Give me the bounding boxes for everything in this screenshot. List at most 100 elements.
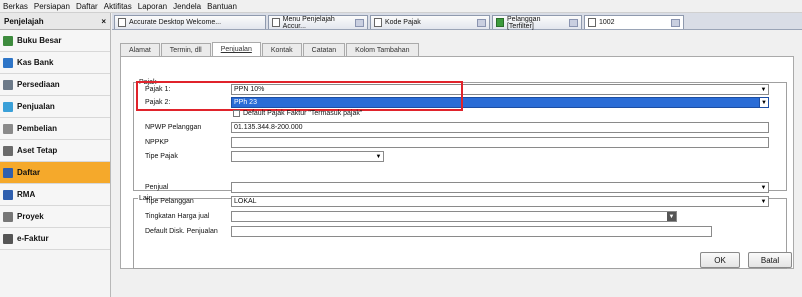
tab-penjualan[interactable]: Penjualan [211, 42, 261, 56]
chevron-down-icon[interactable]: ▼ [759, 98, 768, 107]
chevron-down-icon[interactable]: ▼ [667, 212, 676, 221]
menu-aktifitas[interactable]: Aktifitas [104, 2, 132, 11]
tab-menu-penjelajah[interactable]: Menu Penjelajah Accur... [268, 15, 368, 30]
default-diskon-label: Default Disk. Penjualan [145, 228, 218, 235]
penjual-label: Penjual [145, 184, 169, 191]
sidebar-item-rma[interactable]: RMA [0, 184, 110, 206]
ok-label: OK [714, 255, 726, 265]
sidebar-item-label: Penjualan [17, 102, 55, 111]
page-icon [588, 18, 596, 27]
close-tab-icon[interactable] [569, 18, 578, 27]
tingkatan-harga-select[interactable]: ▼ [231, 211, 677, 222]
npwp-value: 01.135.344.8-200.000 [234, 124, 303, 131]
page-icon [374, 18, 382, 27]
tab-kolom-tambahan[interactable]: Kolom Tambahan [346, 43, 419, 56]
sidebar-item-label: Aset Tetap [17, 146, 58, 155]
sidebar-item-buku-besar[interactable]: Buku Besar [0, 30, 110, 52]
penjual-select[interactable]: ▼ [231, 182, 769, 193]
sales-icon [3, 101, 13, 112]
sidebar-header: Penjelajah × [0, 13, 110, 30]
menu-berkas[interactable]: Berkas [3, 2, 28, 11]
tab-label: Kode Pajak [385, 19, 421, 26]
cancel-button[interactable]: Batal [748, 252, 792, 268]
tab-label: Termin, dll [169, 46, 202, 54]
tab-label: Kontak [270, 46, 293, 54]
tipe-pelanggan-label: Tipe Pelanggan [145, 198, 194, 205]
ledger-icon [3, 35, 13, 46]
window-tab-strip: Accurate Desktop Welcome... Menu Penjela… [112, 13, 802, 30]
sidebar-item-label: Persediaan [17, 80, 60, 89]
tab-label: Catatan [311, 46, 337, 54]
sidebar: Penjelajah × Buku Besar Kas Bank Persedi… [0, 13, 111, 297]
sidebar-item-label: Kas Bank [17, 58, 54, 67]
tipe-pelanggan-value: LOKAL [234, 198, 257, 205]
list-icon [3, 167, 13, 178]
close-icon[interactable]: × [101, 17, 106, 26]
chevron-down-icon[interactable]: ▼ [374, 152, 383, 161]
sidebar-item-aset-tetap[interactable]: Aset Tetap [0, 140, 110, 162]
tab-1002[interactable]: 1002 [584, 15, 684, 29]
tab-alamat[interactable]: Alamat [120, 43, 160, 56]
building-icon [3, 145, 13, 156]
default-diskon-input[interactable] [231, 226, 712, 237]
sidebar-item-kas-bank[interactable]: Kas Bank [0, 52, 110, 74]
close-tab-icon[interactable] [355, 18, 364, 27]
sidebar-item-label: Buku Besar [17, 36, 62, 45]
tipe-pajak-label: Tipe Pajak [145, 153, 178, 160]
tab-label: Kolom Tambahan [355, 46, 410, 54]
default-pajak-checkbox[interactable] [233, 110, 240, 117]
tab-label: Menu Penjelajah Accur... [282, 15, 335, 30]
inventory-icon [3, 79, 13, 90]
user-icon [496, 18, 504, 27]
tab-label: Penjualan [220, 46, 252, 53]
tingkatan-harga-label: Tingkatan Harga jual [145, 213, 210, 220]
tab-kode-pajak[interactable]: Kode Pajak [370, 15, 490, 29]
ok-button[interactable]: OK [700, 252, 740, 268]
chevron-down-icon[interactable]: ▼ [759, 183, 768, 192]
menu-jendela[interactable]: Jendela [173, 2, 201, 11]
menu-laporan[interactable]: Laporan [138, 2, 167, 11]
project-icon [3, 211, 13, 222]
sidebar-item-penjualan[interactable]: Penjualan [0, 96, 110, 118]
sidebar-item-proyek[interactable]: Proyek [0, 206, 110, 228]
tab-kontak[interactable]: Kontak [261, 43, 302, 56]
menu-bantuan[interactable]: Bantuan [207, 2, 237, 11]
chevron-down-icon[interactable]: ▼ [759, 197, 768, 206]
form-area: Alamat Termin, dll Penjualan Kontak Cata… [112, 31, 802, 297]
tipe-pelanggan-select[interactable]: LOKAL ▼ [231, 196, 769, 207]
sidebar-item-e-faktur[interactable]: e-Faktur [0, 228, 110, 250]
page-icon [272, 18, 280, 27]
tab-welcome[interactable]: Accurate Desktop Welcome... [114, 15, 266, 29]
menu-bar: Berkas Persiapan Daftar Aktifitas Lapora… [0, 0, 802, 13]
tipe-pajak-select[interactable]: ▼ [231, 151, 384, 162]
sidebar-title: Penjelajah [4, 16, 44, 26]
tab-label: Alamat [129, 46, 151, 54]
sidebar-item-label: Proyek [17, 212, 44, 221]
tab-label: Pelanggan [Terfilter] [506, 15, 541, 30]
chevron-down-icon[interactable]: ▼ [759, 85, 768, 94]
sidebar-item-pembelian[interactable]: Pembelian [0, 118, 110, 140]
cart-icon [3, 123, 13, 134]
tab-label: Accurate Desktop Welcome... [129, 19, 222, 26]
npwp-input[interactable]: 01.135.344.8-200.000 [231, 122, 769, 133]
menu-daftar[interactable]: Daftar [76, 2, 98, 11]
nppkp-input[interactable] [231, 137, 769, 148]
sidebar-item-persediaan[interactable]: Persediaan [0, 74, 110, 96]
tab-pelanggan[interactable]: Pelanggan [Terfilter] [492, 15, 582, 30]
page-icon [118, 18, 126, 27]
sidebar-item-label: e-Faktur [17, 234, 49, 243]
cancel-label: Batal [760, 255, 780, 265]
bank-icon [3, 57, 13, 68]
highlight-box [136, 81, 463, 111]
tab-label: 1002 [599, 19, 615, 26]
default-pajak-label: Default Pajak Faktur "Termasuk pajak" [243, 110, 363, 117]
npwp-label: NPWP Pelanggan [145, 124, 202, 131]
tab-termin[interactable]: Termin, dll [160, 43, 211, 56]
sidebar-item-label: Daftar [17, 168, 41, 177]
close-tab-icon[interactable] [477, 18, 486, 27]
menu-persiapan[interactable]: Persiapan [34, 2, 70, 11]
tab-catatan[interactable]: Catatan [302, 43, 346, 56]
sidebar-item-daftar[interactable]: Daftar [0, 162, 110, 184]
close-tab-icon[interactable] [671, 18, 680, 27]
sidebar-item-label: RMA [17, 190, 36, 199]
